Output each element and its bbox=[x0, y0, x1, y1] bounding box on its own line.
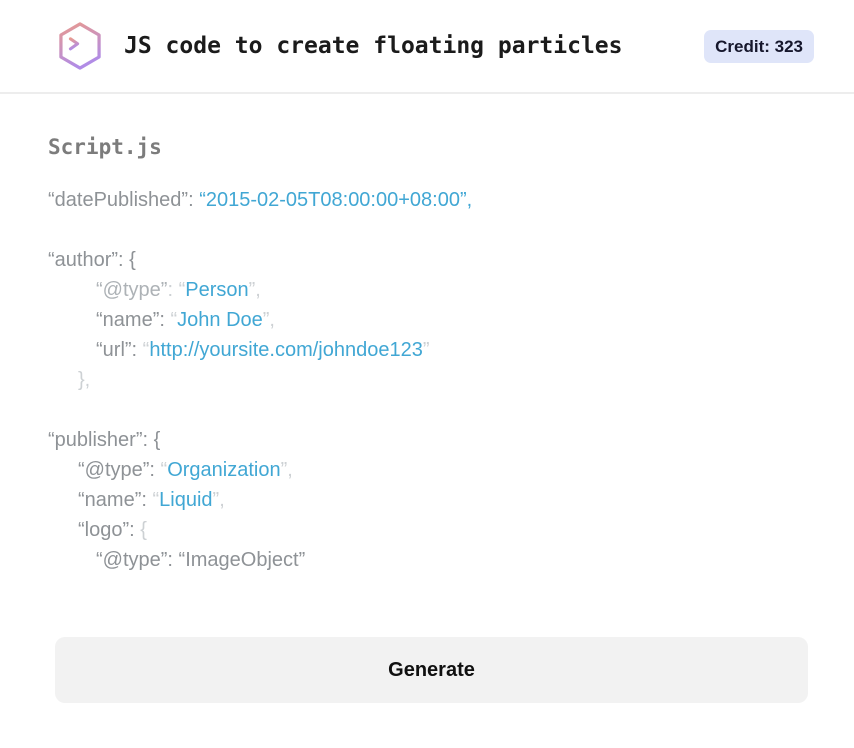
code-line: “@type”: “ImageObject” bbox=[48, 545, 806, 575]
code-line: “@type”: “Organization”, bbox=[48, 455, 806, 485]
credit-badge: Credit: 323 bbox=[704, 29, 814, 63]
code-line: “datePublished”: “2015-02-05T08:00:00+08… bbox=[48, 185, 806, 215]
code-token: Person bbox=[185, 279, 249, 301]
code-token: ”, bbox=[280, 459, 293, 481]
code-token: { bbox=[140, 519, 147, 541]
code-token: Liquid bbox=[159, 489, 213, 511]
code-line: }, bbox=[48, 365, 806, 395]
code-token: ”, bbox=[248, 279, 261, 301]
code-token: “name”: bbox=[78, 489, 153, 511]
script-filename: Script.js bbox=[48, 135, 162, 159]
code-line: “url”: “http://yoursite.com/johndoe123” bbox=[48, 335, 806, 365]
terminal-hexagon-icon bbox=[59, 22, 101, 70]
code-line: “@type”: “Person”, bbox=[48, 275, 806, 305]
code-token: http://yoursite.com/johndoe123 bbox=[149, 339, 423, 361]
code-token: “@type” bbox=[96, 279, 168, 301]
prompt-chevron-icon bbox=[68, 37, 80, 51]
code-token: “publisher”: { bbox=[48, 429, 161, 451]
code-token: “2015-02-05T08:00:00+08:00”, bbox=[199, 189, 473, 211]
app-header: JS code to create floating particles Cre… bbox=[0, 0, 854, 94]
code-line: “name”: “John Doe”, bbox=[48, 305, 806, 335]
code-token: John Doe bbox=[177, 309, 263, 331]
main-content: Script.js “datePublished”: “2015-02-05T0… bbox=[0, 134, 854, 575]
code-line: “logo”: { bbox=[48, 515, 806, 545]
code-token: “logo”: bbox=[78, 519, 141, 541]
code-block: “datePublished”: “2015-02-05T08:00:00+08… bbox=[48, 185, 806, 575]
footer-actions: Generate bbox=[0, 575, 854, 703]
code-token: }, bbox=[78, 369, 91, 391]
code-line: “publisher”: { bbox=[48, 425, 806, 455]
code-token: “name”: bbox=[96, 309, 171, 331]
page-title: JS code to create floating particles bbox=[124, 33, 623, 59]
code-token: : bbox=[167, 279, 179, 301]
code-token: “@type”: bbox=[78, 459, 161, 481]
generate-button[interactable]: Generate bbox=[55, 637, 808, 703]
code-token: Organization bbox=[167, 459, 281, 481]
code-line: “name”: “Liquid”, bbox=[48, 485, 806, 515]
code-token: “author”: { bbox=[48, 249, 136, 271]
code-token: ”, bbox=[212, 489, 225, 511]
code-token: “@type”: “ImageObject” bbox=[96, 549, 306, 571]
code-token: “url”: bbox=[96, 339, 143, 361]
code-token: “datePublished”: bbox=[48, 189, 200, 211]
code-token: ” bbox=[422, 339, 430, 361]
code-line: “author”: { bbox=[48, 245, 806, 275]
code-token: ”, bbox=[262, 309, 275, 331]
